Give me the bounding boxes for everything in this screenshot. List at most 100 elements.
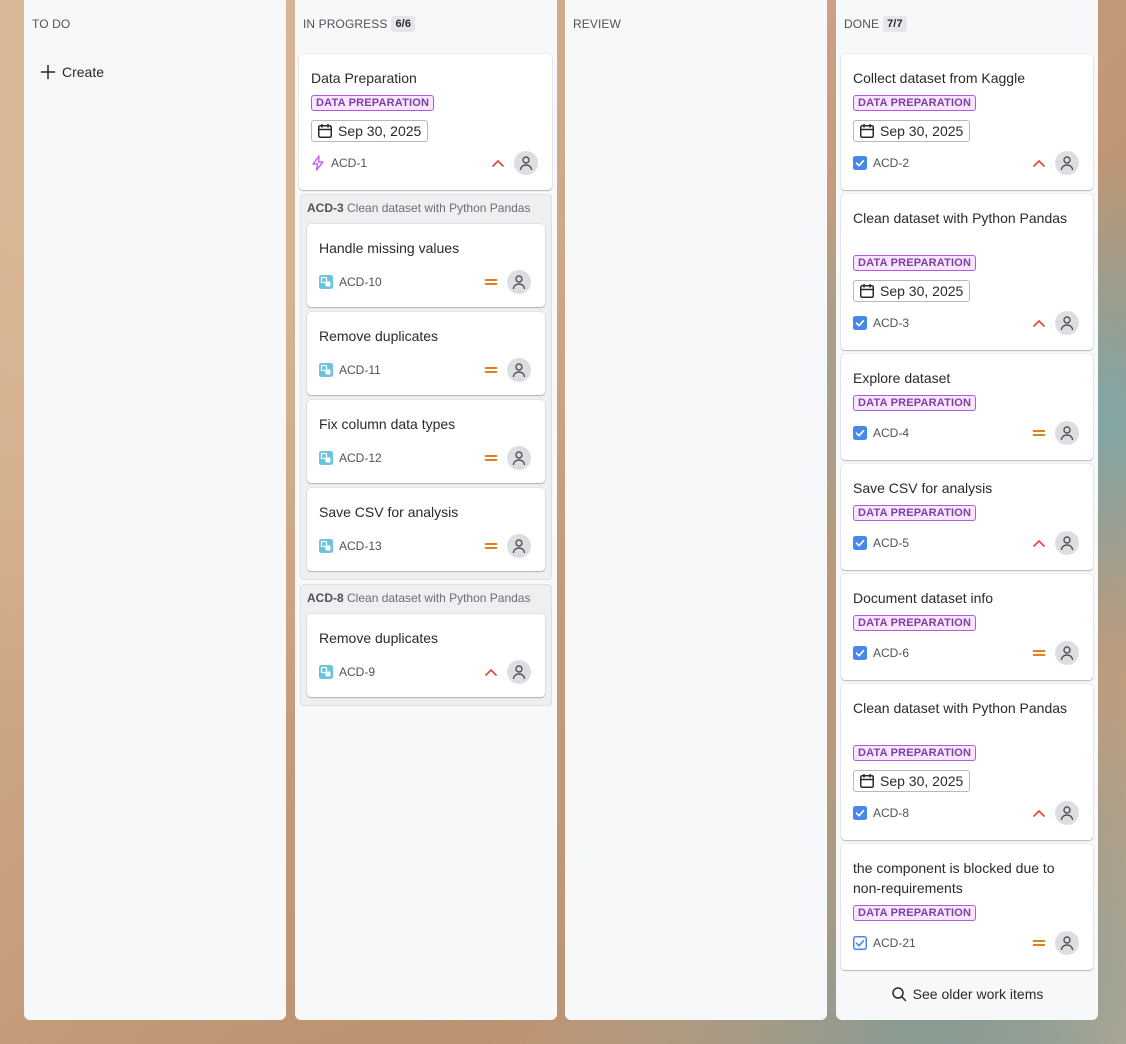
user-icon: [1060, 646, 1074, 661]
card-title: Clean dataset with Python Pandas: [853, 700, 1068, 716]
subtask-icon: [319, 539, 333, 553]
card-footer: ACD-11: [319, 358, 531, 382]
column-title: IN PROGRESS: [303, 17, 388, 31]
card-acd-21[interactable]: the component is blocked due to non-requ…: [841, 844, 1093, 970]
parent-key: ACD-8: [307, 591, 344, 605]
user-icon: [1060, 806, 1074, 821]
assignee-avatar[interactable]: [1055, 421, 1079, 445]
card-acd-10[interactable]: Handle missing values ACD-10: [307, 224, 545, 307]
column-done: DONE 7/7 Collect dataset from Kaggle DAT…: [836, 0, 1098, 1020]
card-footer: ACD-13: [319, 534, 531, 558]
priority-medium-icon: [1031, 645, 1047, 661]
assignee-avatar[interactable]: [507, 358, 531, 382]
label-lozenge[interactable]: DATA PREPARATION: [853, 615, 977, 631]
card-acd-12[interactable]: Fix column data types ACD-12: [307, 400, 545, 483]
issue-key[interactable]: ACD-8: [873, 806, 909, 820]
card-acd-2[interactable]: Collect dataset from Kaggle DATA PREPARA…: [841, 54, 1093, 190]
user-icon: [1060, 426, 1074, 441]
user-icon: [512, 665, 526, 680]
due-date-chip[interactable]: Sep 30, 2025: [853, 770, 971, 792]
label-lozenge[interactable]: DATA PREPARATION: [853, 255, 977, 271]
label-lozenge[interactable]: DATA PREPARATION: [853, 505, 977, 521]
issue-key[interactable]: ACD-21: [873, 936, 916, 950]
due-date: Sep 30, 2025: [880, 123, 964, 139]
board: TO DO Create IN PROGRESS 6/6 Data Prepar…: [0, 0, 1126, 1044]
card-acd-13[interactable]: Save CSV for analysis ACD-13: [307, 488, 545, 571]
assignee-avatar[interactable]: [1055, 531, 1079, 555]
card-acd-4[interactable]: Explore dataset DATA PREPARATION ACD-4: [841, 354, 1093, 460]
priority-medium-icon: [483, 538, 499, 554]
label-lozenge[interactable]: DATA PREPARATION: [853, 395, 977, 411]
checkbox-icon: [853, 426, 867, 440]
subtask-icon: [319, 451, 333, 465]
due-date-chip[interactable]: Sep 30, 2025: [311, 120, 429, 142]
card-footer: ACD-3: [853, 311, 1079, 335]
card-footer: ACD-21: [853, 931, 1079, 955]
issue-key[interactable]: ACD-12: [339, 451, 382, 465]
issue-key[interactable]: ACD-10: [339, 275, 382, 289]
label-lozenge[interactable]: DATA PREPARATION: [853, 905, 977, 921]
create-button[interactable]: Create: [32, 56, 278, 88]
issue-key[interactable]: ACD-6: [873, 646, 909, 660]
label-lozenge[interactable]: DATA PREPARATION: [853, 95, 977, 111]
due-date-chip[interactable]: Sep 30, 2025: [853, 280, 971, 302]
card-title: Save CSV for analysis: [853, 480, 993, 496]
assignee-avatar[interactable]: [1055, 151, 1079, 175]
label-lozenge[interactable]: DATA PREPARATION: [853, 745, 977, 761]
issue-key[interactable]: ACD-9: [339, 665, 375, 679]
assignee-avatar[interactable]: [1055, 311, 1079, 335]
search-icon: [891, 987, 906, 1002]
assignee-avatar[interactable]: [507, 660, 531, 684]
plus-icon: [40, 64, 56, 80]
label-lozenge[interactable]: DATA PREPARATION: [311, 95, 435, 111]
assignee-avatar[interactable]: [1055, 801, 1079, 825]
card-footer: ACD-4: [853, 421, 1079, 445]
card-title: Remove duplicates: [319, 630, 439, 646]
card-acd-1[interactable]: Data Preparation DATA PREPARATION Sep 30…: [299, 54, 552, 190]
issue-key[interactable]: ACD-1: [331, 156, 367, 170]
due-date-chip[interactable]: Sep 30, 2025: [853, 120, 971, 142]
column-title: DONE: [844, 17, 880, 31]
priority-medium-icon: [1031, 425, 1047, 441]
issue-key[interactable]: ACD-3: [873, 316, 909, 330]
checkbox-outline-icon: [853, 936, 867, 950]
card-acd-11[interactable]: Remove duplicates ACD-11: [307, 312, 545, 395]
priority-medium-icon: [483, 450, 499, 466]
column-in-progress: IN PROGRESS 6/6 Data Preparation DATA PR…: [295, 0, 557, 1020]
calendar-icon: [860, 124, 874, 138]
assignee-avatar[interactable]: [507, 270, 531, 294]
issue-key[interactable]: ACD-5: [873, 536, 909, 550]
assignee-avatar[interactable]: [1055, 931, 1079, 955]
card-acd-8[interactable]: Clean dataset with Python Pandas DATA PR…: [841, 684, 1093, 840]
due-date: Sep 30, 2025: [338, 123, 422, 139]
priority-medium-icon: [483, 362, 499, 378]
card-footer: ACD-8: [853, 801, 1079, 825]
group-header[interactable]: ACD-8 Clean dataset with Python Pandas: [307, 591, 530, 605]
column-header-in-progress: IN PROGRESS 6/6: [303, 16, 416, 32]
card-acd-9[interactable]: Remove duplicates ACD-9: [307, 614, 545, 697]
issue-key[interactable]: ACD-13: [339, 539, 382, 553]
see-older-button[interactable]: See older work items: [836, 984, 1098, 1004]
card-acd-6[interactable]: Document dataset info DATA PREPARATION A…: [841, 574, 1093, 680]
user-icon: [519, 156, 533, 171]
assignee-avatar[interactable]: [507, 446, 531, 470]
column-header-review: REVIEW: [573, 16, 621, 32]
group-header[interactable]: ACD-3 Clean dataset with Python Pandas: [307, 201, 530, 215]
card-title: Save CSV for analysis: [319, 504, 459, 520]
user-icon: [512, 363, 526, 378]
checkbox-icon: [853, 646, 867, 660]
issue-key[interactable]: ACD-2: [873, 156, 909, 170]
assignee-avatar[interactable]: [514, 151, 538, 175]
assignee-avatar[interactable]: [1055, 641, 1079, 665]
issue-key[interactable]: ACD-11: [339, 363, 381, 377]
assignee-avatar[interactable]: [507, 534, 531, 558]
user-icon: [1060, 316, 1074, 331]
issue-key[interactable]: ACD-4: [873, 426, 909, 440]
priority-high-icon: [1031, 805, 1047, 821]
card-title: Explore dataset: [853, 370, 951, 386]
card-title: Collect dataset from Kaggle: [853, 70, 1025, 86]
card-acd-3[interactable]: Clean dataset with Python Pandas DATA PR…: [841, 194, 1093, 350]
column-title: TO DO: [32, 17, 71, 31]
priority-high-icon: [1031, 155, 1047, 171]
card-acd-5[interactable]: Save CSV for analysis DATA PREPARATION A…: [841, 464, 1093, 570]
